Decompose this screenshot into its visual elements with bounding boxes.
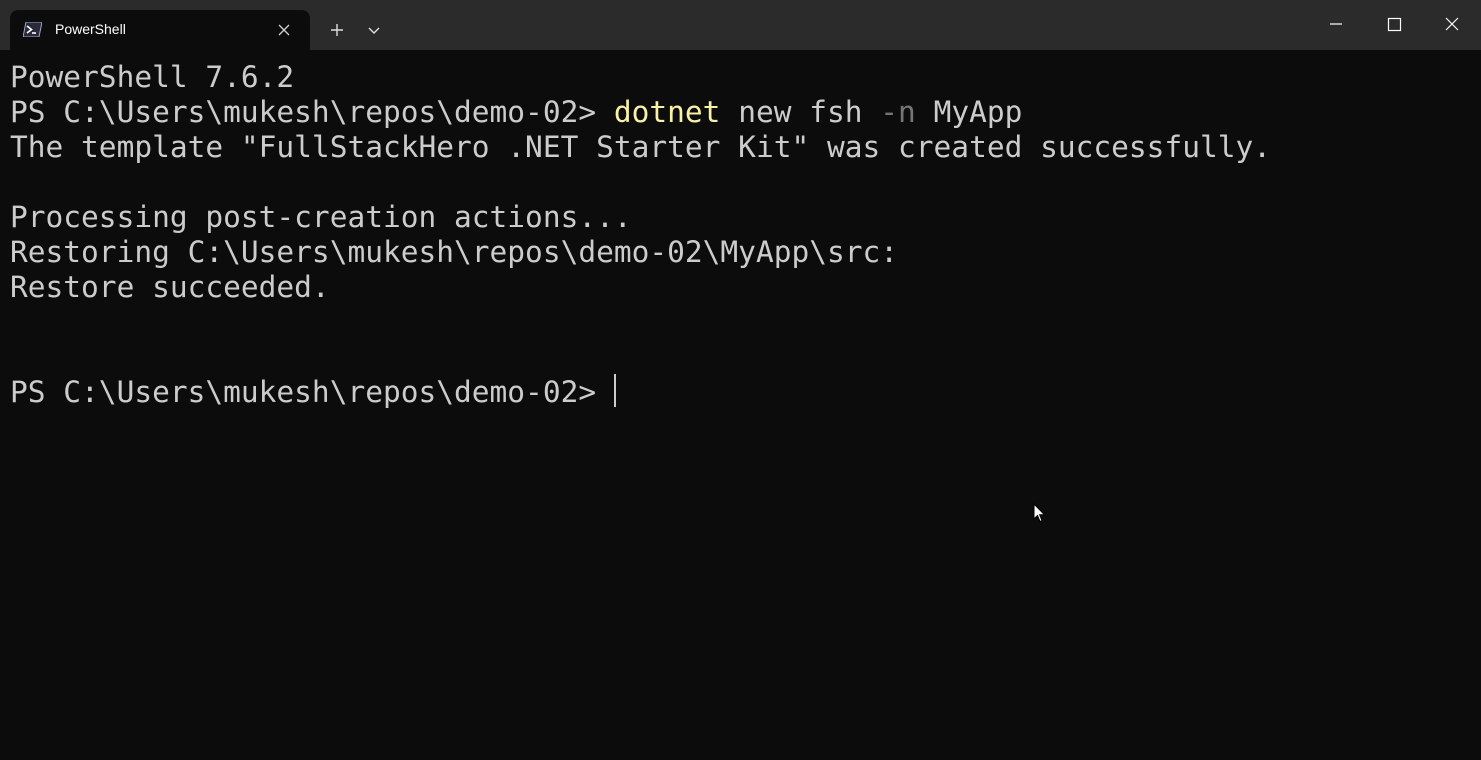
command-exe: dotnet	[613, 95, 721, 129]
chevron-down-icon[interactable]	[362, 15, 386, 45]
output-restore-result: Restore succeeded.	[10, 270, 330, 304]
output-processing: Processing post-creation actions...	[10, 200, 632, 234]
window-close-button[interactable]	[1423, 0, 1481, 50]
final-prompt: PS C:\Users\mukesh\repos\demo-02>	[10, 375, 614, 409]
command-line: PS C:\Users\mukesh\repos\demo-02> dotnet…	[10, 95, 1022, 130]
maximize-button[interactable]	[1365, 0, 1423, 50]
plus-icon[interactable]	[322, 15, 352, 45]
minimize-button[interactable]	[1307, 0, 1365, 50]
title-bar[interactable]: PowerShell	[0, 0, 1481, 50]
version-line: PowerShell 7.6.2	[10, 60, 295, 94]
command-args: new fsh	[720, 95, 881, 129]
mouse-pointer-icon	[1033, 503, 1046, 523]
prompt: PS C:\Users\mukesh\repos\demo-02>	[10, 95, 614, 129]
tab-title: PowerShell	[55, 21, 126, 37]
command-args-after: MyApp	[915, 95, 1023, 129]
tab-powershell[interactable]: PowerShell	[10, 10, 310, 50]
maximize-icon	[1387, 17, 1402, 32]
output-restoring: Restoring C:\Users\mukesh\repos\demo-02\…	[10, 235, 899, 269]
text-cursor	[613, 374, 616, 407]
close-icon	[1445, 17, 1459, 31]
final-prompt-line: PS C:\Users\mukesh\repos\demo-02>	[10, 374, 616, 410]
powershell-icon	[23, 22, 42, 37]
command-param: -n	[880, 95, 916, 129]
close-icon[interactable]	[275, 21, 293, 39]
minimize-icon	[1330, 23, 1342, 25]
terminal-output[interactable]: PowerShell 7.6.2 PS C:\Users\mukesh\repo…	[0, 50, 1481, 760]
terminal-window: PowerShell PowerShell 7.6.2 PS C:\Users\…	[0, 0, 1481, 760]
output-template-created: The template "FullStackHero .NET Starter…	[10, 130, 1271, 164]
